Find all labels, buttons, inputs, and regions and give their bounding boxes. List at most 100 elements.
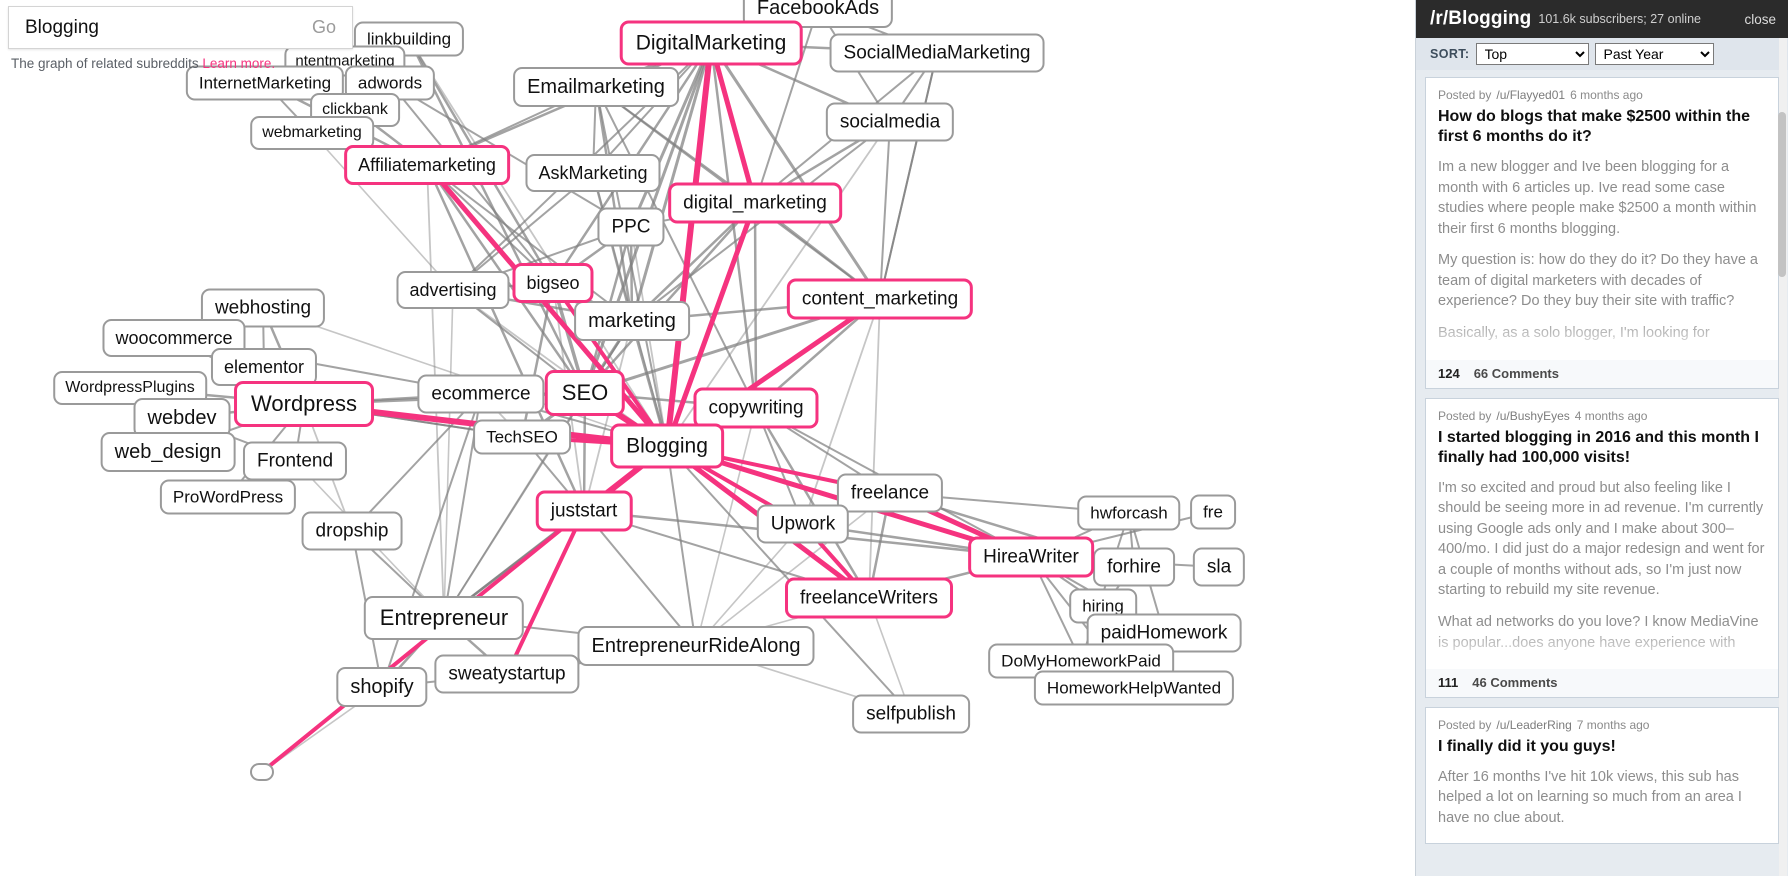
graph-node-dropship[interactable]: dropship bbox=[301, 511, 403, 551]
panel-scrollbar-track[interactable] bbox=[1778, 38, 1787, 876]
graph-node-Upwork[interactable]: Upwork bbox=[756, 504, 850, 544]
sort-by-select[interactable]: TopHotNewRisingControversial bbox=[1475, 43, 1589, 65]
graph-node-socialmedia[interactable]: socialmedia bbox=[825, 102, 955, 142]
graph-node-sweatystartup[interactable]: sweatystartup bbox=[434, 654, 580, 694]
posted-by-label: Posted by bbox=[1438, 88, 1492, 102]
graph-node-HireaWriter[interactable]: HireaWriter bbox=[968, 536, 1094, 578]
post-item[interactable]: Posted by/u/LeaderRing 7 months ago I fina… bbox=[1425, 707, 1779, 845]
graph-node-web_design[interactable]: web_design bbox=[100, 432, 236, 472]
graph-node-SEO[interactable]: SEO bbox=[544, 370, 626, 416]
graph-edge bbox=[505, 509, 586, 676]
graph-node-label: Entrepreneur bbox=[379, 605, 509, 630]
graph-node-label: Wordpress bbox=[251, 391, 357, 416]
post-body: Posted by/u/BushyEyes 4 months ago I start… bbox=[1426, 399, 1778, 669]
graph-node-label: copywriting bbox=[708, 397, 804, 419]
post-item[interactable]: Posted by/u/BushyEyes 4 months ago I start… bbox=[1425, 397, 1779, 699]
graph-node-AskMarketing[interactable]: AskMarketing bbox=[525, 154, 661, 192]
post-author[interactable]: /u/BushyEyes bbox=[1496, 409, 1569, 423]
close-button[interactable]: close bbox=[1744, 12, 1776, 27]
graph-node-freelance_cut[interactable]: fre bbox=[1190, 494, 1236, 530]
panel-subreddit-title: /r/Blogging bbox=[1430, 8, 1532, 29]
graph-node-label: TechSEO bbox=[486, 427, 558, 447]
graph-node-label: AskMarketing bbox=[538, 163, 648, 183]
graph-node-label: juststart bbox=[550, 500, 618, 522]
graph-node-Frontend[interactable]: Frontend bbox=[242, 441, 348, 481]
graph-node-freelance[interactable]: freelance bbox=[836, 473, 944, 513]
post-paragraph: Basically, as a solo blogger, I'm lookin… bbox=[1438, 324, 1710, 341]
graph-node-PPC[interactable]: PPC bbox=[597, 207, 665, 247]
graph-node-label: DoMyHomeworkPaid bbox=[1001, 651, 1161, 671]
graph-node-label: marketing bbox=[588, 310, 676, 332]
search-box[interactable]: Go bbox=[8, 6, 353, 49]
post-item[interactable]: Posted by/u/Flayyed01 6 months ago How do … bbox=[1425, 77, 1779, 389]
graph-node-label: webhosting bbox=[214, 297, 312, 319]
graph-node-bigseo[interactable]: bigseo bbox=[512, 263, 594, 303]
graph-edge bbox=[879, 52, 938, 300]
post-meta: Posted by/u/BushyEyes 4 months ago bbox=[1438, 409, 1766, 423]
panel-scrollbar-thumb[interactable] bbox=[1778, 112, 1786, 277]
graph-node-forhire[interactable]: forhire bbox=[1093, 547, 1175, 587]
graph-node-Entrepreneur[interactable]: Entrepreneur bbox=[363, 596, 525, 640]
sort-time-select[interactable]: Past HourPast 24 HoursPast WeekPast Mont… bbox=[1594, 43, 1714, 65]
graph-node-label: woocommerce bbox=[115, 328, 233, 348]
graph-node-label: socialmedia bbox=[839, 111, 941, 133]
post-comments-link[interactable]: 66 Comments bbox=[1474, 366, 1559, 381]
graph-node-EntrepreneurRideAlong[interactable]: EntrepreneurRideAlong bbox=[577, 626, 815, 666]
post-title[interactable]: I started blogging in 2016 and this mont… bbox=[1438, 428, 1766, 469]
graph-node-label: paidHomework bbox=[1100, 622, 1228, 644]
graph-node-label: sweatystartup bbox=[448, 663, 566, 685]
graph-node-selfpublish[interactable]: selfpublish bbox=[852, 694, 970, 734]
graph-node-TechSEO[interactable]: TechSEO bbox=[473, 419, 571, 455]
graph-node-marketing[interactable]: marketing bbox=[574, 301, 690, 341]
graph-node-label: advertising bbox=[409, 280, 497, 300]
graph-node-content_marketing[interactable]: content_marketing bbox=[786, 278, 974, 320]
graph-node-copywriting[interactable]: copywriting bbox=[693, 387, 819, 429]
graph-node-shopify[interactable]: shopify bbox=[336, 667, 428, 707]
graph-node-juststart[interactable]: juststart bbox=[535, 490, 633, 532]
graph-node-HomeworkHelpWanted[interactable]: HomeworkHelpWanted bbox=[1033, 670, 1235, 706]
post-author[interactable]: /u/LeaderRing bbox=[1496, 718, 1571, 732]
graph-node-label: webmarketing bbox=[262, 124, 362, 141]
graph-node-ProWordPress[interactable]: ProWordPress bbox=[159, 479, 297, 515]
graph-node-advertising[interactable]: advertising bbox=[396, 271, 510, 309]
graph-node-freelanceWriters[interactable]: freelanceWriters bbox=[785, 577, 953, 619]
graph-node-label: hwforcash bbox=[1090, 503, 1168, 523]
graph-node-Emailmarketing[interactable]: Emailmarketing bbox=[513, 67, 679, 107]
graph-node-SocialMediaMarketing[interactable]: SocialMediaMarketing bbox=[829, 33, 1045, 73]
graph-node-label: Frontend bbox=[256, 450, 334, 472]
graph-node-slavelabour[interactable]: sla bbox=[1192, 547, 1246, 587]
search-input[interactable] bbox=[23, 15, 310, 40]
post-text: Im a new blogger and Ive been blogging f… bbox=[1438, 157, 1766, 344]
graph-node-DigitalMarketing[interactable]: DigitalMarketing bbox=[619, 20, 803, 66]
post-paragraph: I'm so excited and proud but also feelin… bbox=[1438, 479, 1765, 599]
go-button[interactable]: Go bbox=[310, 17, 338, 38]
graph-node-label: forhire bbox=[1107, 556, 1161, 578]
graph-node-Blogging[interactable]: Blogging bbox=[610, 423, 724, 469]
post-comments-link[interactable]: 46 Comments bbox=[1472, 675, 1557, 690]
graph-node-label: PPC bbox=[611, 216, 651, 238]
graph-node-label: SocialMediaMarketing bbox=[843, 42, 1031, 64]
post-text: After 16 months I've hit 10k views, this… bbox=[1438, 767, 1766, 829]
graph-node-Affiliatemarketing[interactable]: Affiliatemarketing bbox=[344, 145, 510, 185]
post-title[interactable]: I finally did it you guys! bbox=[1438, 737, 1766, 757]
graph-node-label: bigseo bbox=[526, 273, 580, 293]
post-list[interactable]: Posted by/u/Flayyed01 6 months ago How do … bbox=[1416, 70, 1788, 876]
graph-node-label: SEO bbox=[561, 380, 609, 405]
post-footer: 111 46 Comments bbox=[1426, 668, 1778, 698]
graph-node-digital_marketing[interactable]: digital_marketing bbox=[668, 182, 842, 224]
graph-node-label: Affiliatemarketing bbox=[358, 155, 496, 175]
post-author[interactable]: /u/Flayyed01 bbox=[1496, 88, 1565, 102]
graph-node-label: InternetMarketing bbox=[198, 73, 332, 93]
graph-node-bottom_cut[interactable] bbox=[250, 763, 274, 781]
post-paragraph: After 16 months I've hit 10k views, this… bbox=[1438, 768, 1742, 826]
graph-node-Wordpress[interactable]: Wordpress bbox=[234, 381, 374, 427]
graph-node-label: HomeworkHelpWanted bbox=[1046, 678, 1222, 698]
graph-node-hwforcash[interactable]: hwforcash bbox=[1077, 495, 1181, 531]
panel-subreddit-meta: 101.6k subscribers; 27 online bbox=[1538, 12, 1701, 26]
panel-header: /r/Blogging 101.6k subscribers; 27 onlin… bbox=[1416, 0, 1788, 38]
post-paragraph: Im a new blogger and Ive been blogging f… bbox=[1438, 158, 1757, 237]
graph-node-ecommerce[interactable]: ecommerce bbox=[417, 374, 545, 414]
learn-more-link[interactable]: Learn more. bbox=[202, 56, 275, 71]
graph-node-label: hiring bbox=[1082, 596, 1124, 616]
post-title[interactable]: How do blogs that make $2500 within the … bbox=[1438, 107, 1766, 148]
